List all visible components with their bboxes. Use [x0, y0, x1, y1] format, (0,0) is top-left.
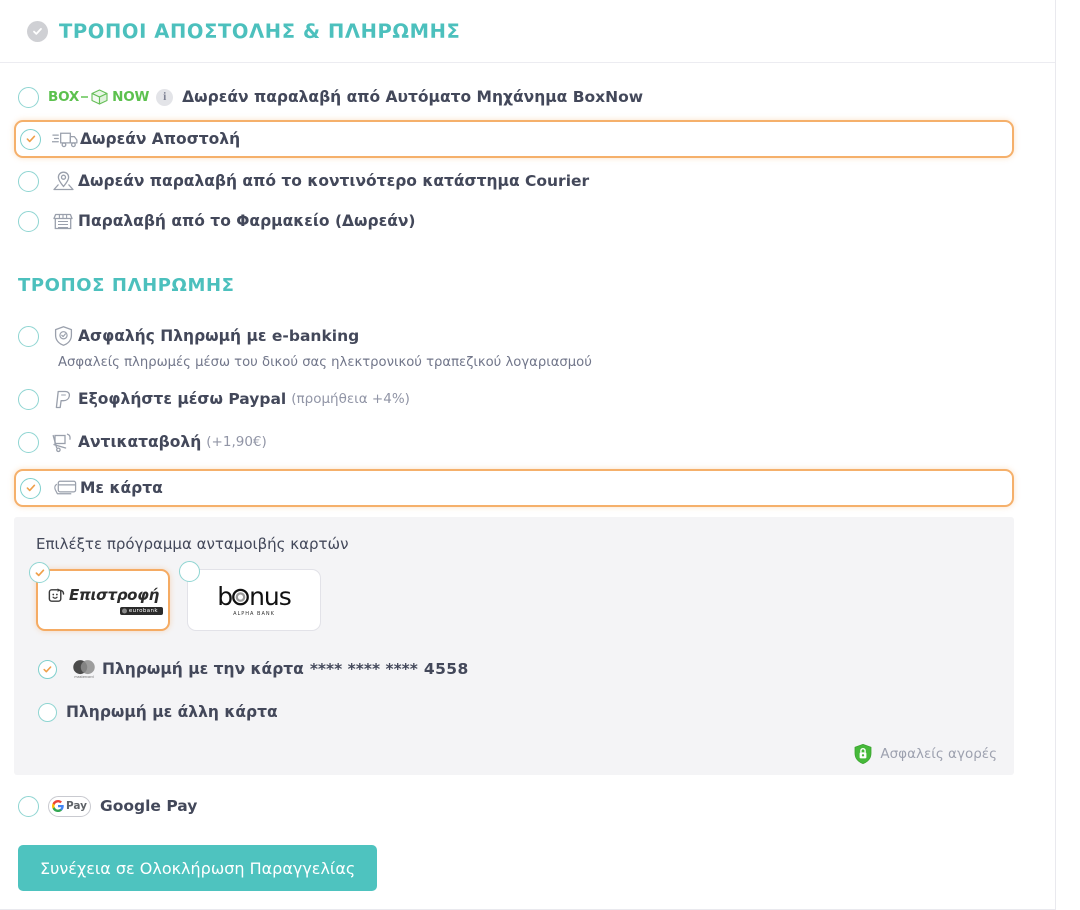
boxnow-logo-box: BOX: [48, 89, 80, 105]
shipping-option-free-shipping[interactable]: Δωρεάν Αποστολή: [14, 120, 1014, 158]
secure-purchase-label: Ασφαλείς αγορές: [880, 746, 997, 762]
shipping-option-label: Παραλαβή από το Φαρμακείο (Δωρεάν): [78, 212, 416, 230]
shipping-option-courier-pickup[interactable]: Δωρεάν παραλαβή από το κοντινότερο κατάσ…: [0, 164, 1035, 198]
shipping-payment-card: ΤΡΟΠΟΙ ΑΠΟΣΤΟΛΗΣ & ΠΛΗΡΩΜΗΣ BOX NOW i Δω…: [0, 0, 1056, 910]
payment-option-ebanking[interactable]: Ασφαλής Πληρωμή με e-banking Ασφαλείς πλ…: [0, 319, 1035, 370]
radio-ebanking[interactable]: [18, 325, 39, 347]
credit-card-icon: [50, 478, 80, 498]
radio-epistrofi[interactable]: [29, 562, 50, 583]
bonus-bank: ALPHA BANK: [233, 610, 275, 617]
bonus-logo-icon: b nus ALPHA BANK: [217, 581, 292, 617]
shipping-option-boxnow[interactable]: BOX NOW i Δωρεάν παραλαβή από Αυτόματο Μ…: [0, 80, 1035, 114]
radio-courier-pickup[interactable]: [18, 170, 39, 192]
mastercard-icon: mastercard: [66, 658, 102, 680]
other-card-label: Πληρωμή με άλλη κάρτα: [66, 703, 278, 721]
shield-check-icon: [48, 325, 78, 347]
rewards-panel: Επιλέξτε πρόγραμμα ανταμοιβής καρτών Επι…: [14, 517, 1014, 775]
payment-option-note: (προμήθεια +4%): [291, 391, 410, 407]
payment-heading: ΤΡΟΠΟΣ ΠΛΗΡΩΜΗΣ: [18, 275, 235, 296]
checkout-page: ΤΡΟΠΟΙ ΑΠΟΣΤΟΛΗΣ & ΠΛΗΡΩΜΗΣ BOX NOW i Δω…: [0, 0, 1080, 910]
radio-card[interactable]: [20, 477, 41, 499]
delivery-truck-icon: [50, 129, 80, 150]
boxnow-logo-dash: [81, 96, 89, 98]
rewards-program-list: Επιστροφή eurobank b nus ALPHA BANK: [29, 561, 994, 631]
package-box-icon: [91, 89, 108, 105]
boxnow-logo-icon: BOX NOW: [48, 88, 149, 106]
google-pay-label: Google Pay: [100, 797, 198, 815]
rewards-program-epistrofi[interactable]: Επιστροφή eurobank: [29, 562, 170, 631]
radio-google-pay[interactable]: [18, 795, 39, 817]
map-pin-icon: [48, 170, 78, 192]
return-smiley-icon: [48, 587, 65, 602]
rewards-title: Επιλέξτε πρόγραμμα ανταμοιβής καρτών: [36, 535, 349, 553]
payment-option-label: Εξοφλήστε μέσω Paypal: [78, 390, 287, 408]
google-pay-pill-text: Pay: [65, 800, 88, 812]
continue-to-checkout-button[interactable]: Συνέχεια σε Ολοκλήρωση Παραγγελίας: [18, 845, 378, 891]
payment-option-subtext: Ασφαλείς πληρωμές μέσω του δικού σας ηλε…: [58, 355, 592, 370]
saved-card-masked: **** **** ****: [309, 660, 418, 678]
shipping-option-pharmacy-pickup[interactable]: Παραλαβή από το Φαρμακείο (Δωρεάν): [0, 204, 1035, 238]
payment-option-note: (+1,90€): [206, 434, 267, 450]
page-title: ΤΡΟΠΟΙ ΑΠΟΣΤΟΛΗΣ & ΠΛΗΡΩΜΗΣ: [59, 19, 461, 43]
shield-lock-icon: [854, 744, 872, 764]
radio-other-card[interactable]: [38, 702, 57, 722]
rewards-program-bonus[interactable]: b nus ALPHA BANK: [179, 561, 321, 631]
epistrofi-bank: eurobank: [119, 606, 163, 615]
payment-option-paypal[interactable]: Εξοφλήστε μέσω Paypal (προμήθεια +4%): [0, 382, 1035, 416]
payment-section: ΤΡΟΠΟΣ ΠΛΗΡΩΜΗΣ Ασφαλής Πληρωμή με e-ban…: [0, 238, 1055, 891]
svg-text:mastercard: mastercard: [74, 675, 93, 679]
shipping-option-label: Δωρεάν παραλαβή από το κοντινότερο κατάσ…: [78, 172, 590, 190]
shipping-option-label: Δωρεάν παραλαβή από Αυτόματο Μηχάνημα Bo…: [182, 88, 644, 106]
epistrofi-logo-icon: Επιστροφή eurobank: [47, 586, 163, 615]
payment-option-card[interactable]: Με κάρτα: [14, 469, 1014, 507]
info-icon[interactable]: i: [156, 88, 174, 106]
hand-truck-icon: [48, 432, 78, 453]
payment-option-label: Ασφαλής Πληρωμή με e-banking: [78, 327, 360, 345]
radio-pharmacy-pickup[interactable]: [18, 210, 39, 232]
radio-cod[interactable]: [18, 431, 39, 453]
payment-option-cod[interactable]: Αντικαταβολή (+1,90€): [0, 425, 1035, 459]
radio-paypal[interactable]: [18, 388, 39, 410]
boxnow-logo-now: NOW: [112, 89, 150, 105]
check-circle-icon: [27, 20, 48, 42]
saved-card-row[interactable]: mastercard Πληρωμή με την κάρτα **** ***…: [38, 653, 994, 685]
radio-bonus[interactable]: [179, 561, 200, 582]
google-pay-icon: Pay: [48, 795, 91, 817]
bonus-name: b nus: [217, 581, 292, 611]
radio-saved-card[interactable]: [38, 659, 57, 679]
paypal-icon: [48, 389, 78, 410]
google-g-icon: [51, 800, 64, 812]
secure-purchase-badge: Ασφαλείς αγορές: [853, 743, 997, 765]
bonus-ring-icon: [232, 588, 249, 605]
card-header: ΤΡΟΠΟΙ ΑΠΟΣΤΟΛΗΣ & ΠΛΗΡΩΜΗΣ: [0, 0, 1055, 63]
epistrofi-name: Επιστροφή: [69, 586, 159, 604]
radio-boxnow[interactable]: [18, 86, 39, 108]
saved-card-last4: 4558: [423, 660, 469, 678]
other-card-row[interactable]: Πληρωμή με άλλη κάρτα: [38, 696, 994, 728]
shipping-section: BOX NOW i Δωρεάν παραλαβή από Αυτόματο Μ…: [0, 63, 1055, 238]
payment-option-label: Με κάρτα: [80, 479, 163, 497]
saved-card-label: Πληρωμή με την κάρτα: [102, 660, 304, 678]
payment-option-google-pay[interactable]: Pay Google Pay: [0, 789, 1035, 823]
payment-option-label: Αντικαταβολή: [78, 433, 202, 451]
radio-free-shipping[interactable]: [20, 128, 41, 150]
storefront-icon: [48, 211, 78, 232]
shipping-option-label: Δωρεάν Αποστολή: [80, 130, 241, 148]
